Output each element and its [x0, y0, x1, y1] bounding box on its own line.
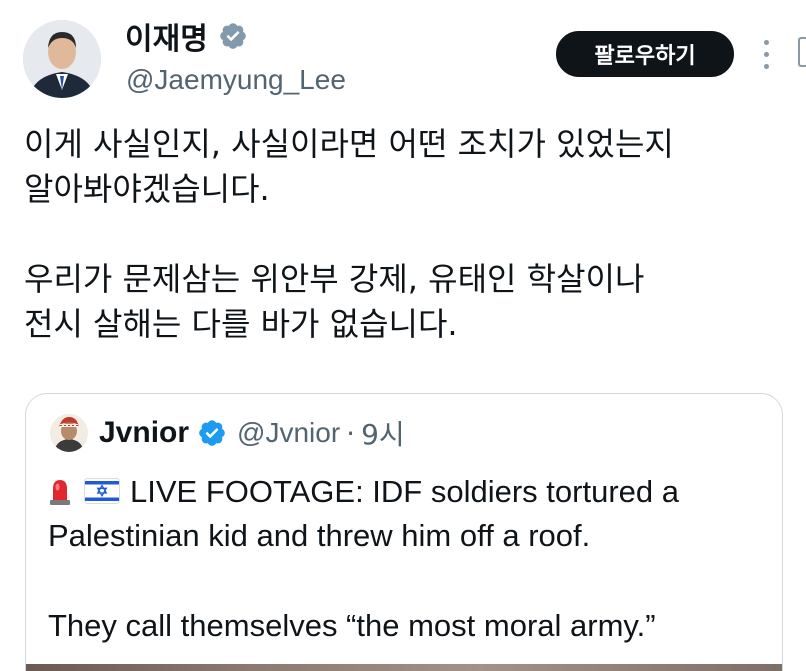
verified-badge-icon[interactable] [197, 418, 227, 448]
tweet-line: 전시 살해는 다를 바가 없습니다. [24, 305, 458, 343]
author-handle[interactable]: @Jaemyung_Lee [126, 64, 346, 96]
quoted-line-text: LIVE FOOTAGE: IDF soldiers tortured a [130, 474, 679, 509]
quoted-author-avatar[interactable] [50, 414, 88, 452]
more-options-icon[interactable] [760, 36, 772, 72]
author-name-text[interactable]: 이재명 [125, 14, 208, 58]
tweet-line: 우리가 문제삼는 위안부 강제, 유태인 학살이나 [24, 260, 645, 298]
author-display-name[interactable]: 이재명 [125, 14, 248, 58]
quoted-tweet-card[interactable]: Jvnior @Jvnior · 9시 LIVE FOOTAGE: IDF so… [25, 393, 783, 671]
verified-badge-icon[interactable] [218, 21, 248, 51]
side-panel-edge [798, 37, 806, 67]
tweet-line: 알아봐야겠습니다. [24, 170, 270, 208]
dot [763, 63, 769, 69]
quoted-line: They call themselves “the most moral arm… [48, 608, 656, 643]
tweet-text: 이게 사실인지, 사실이라면 어떤 조치가 있었는지 알아봐야겠습니다. 우리가… [24, 122, 784, 347]
author-avatar[interactable] [23, 20, 101, 98]
israel-flag-icon [84, 478, 120, 504]
quoted-tweet-header: Jvnior @Jvnior · 9시 [99, 414, 405, 452]
quoted-media-preview[interactable] [26, 664, 782, 671]
quoted-tweet-timestamp[interactable]: 9시 [361, 413, 405, 453]
tweet-line: 이게 사실인지, 사실이라면 어떤 조치가 있었는지 [24, 125, 674, 163]
quoted-line: Palestinian kid and threw him off a roof… [48, 518, 591, 553]
separator-dot: · [346, 416, 356, 450]
police-siren-icon [50, 480, 70, 505]
quoted-tweet-text: LIVE FOOTAGE: IDF soldiers tortured a Pa… [48, 470, 768, 648]
dot [763, 51, 769, 57]
quoted-line: LIVE FOOTAGE: IDF soldiers tortured a [48, 470, 768, 514]
quoted-author-handle[interactable]: @Jvnior [237, 417, 340, 449]
follow-button[interactable]: 팔로우하기 [556, 31, 734, 77]
quoted-author-name[interactable]: Jvnior [99, 416, 189, 450]
dot [763, 39, 769, 45]
